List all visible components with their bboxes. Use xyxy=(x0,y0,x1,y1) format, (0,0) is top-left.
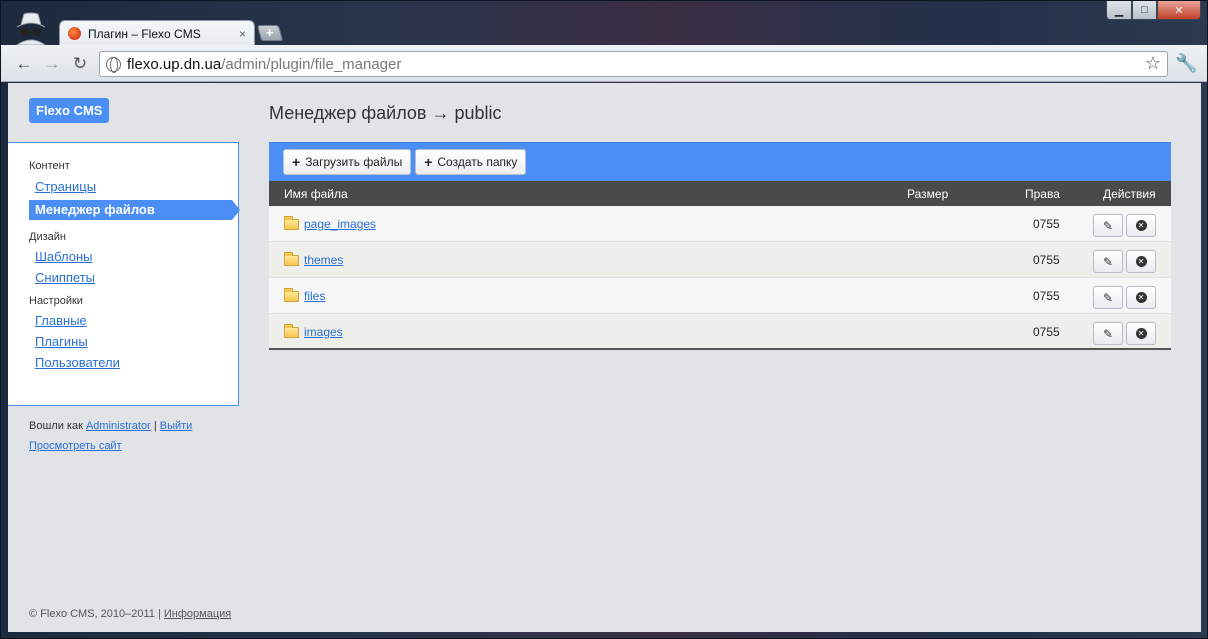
plus-icon: + xyxy=(424,154,433,170)
sidebar-group-design: Дизайн xyxy=(29,231,66,243)
tab-title: Плагин – Flexo CMS xyxy=(88,26,201,41)
file-perms: 0755 xyxy=(1033,289,1060,303)
pencil-icon: ✎ xyxy=(1102,218,1114,233)
pencil-icon: ✎ xyxy=(1102,326,1114,341)
login-info: Вошли как Administrator | Выйти Просмотр… xyxy=(29,416,192,456)
column-perms-header[interactable]: Права xyxy=(1025,187,1060,201)
file-perms: 0755 xyxy=(1033,253,1060,267)
delete-button[interactable]: ✕ xyxy=(1126,286,1156,309)
page-viewport: Flexo CMS Контент Страницы Менеджер файл… xyxy=(8,83,1201,632)
minimize-button[interactable]: ▁ xyxy=(1106,1,1132,20)
new-tab-button[interactable]: + xyxy=(256,25,284,41)
edit-button[interactable]: ✎ xyxy=(1093,322,1123,345)
delete-icon: ✕ xyxy=(1135,256,1147,267)
browser-toolbar: ← → ↻ flexo.up.dn.ua/admin/plugin/file_m… xyxy=(1,45,1207,82)
logout-link[interactable]: Выйти xyxy=(160,420,193,432)
file-manager-panel: + Загрузить файлы + Создать папку Имя фа… xyxy=(269,142,1171,350)
sidebar-group-content: Контент xyxy=(29,160,70,172)
favicon-icon xyxy=(68,27,81,40)
pencil-icon: ✎ xyxy=(1102,254,1114,269)
browser-tab[interactable]: Плагин – Flexo CMS × xyxy=(59,20,255,46)
panel-toolbar: + Загрузить файлы + Создать папку xyxy=(269,142,1171,181)
file-name-link[interactable]: page_images xyxy=(304,217,376,231)
url-path: /admin/plugin/file_manager xyxy=(221,55,402,73)
upload-files-label: Загрузить файлы xyxy=(305,155,403,169)
file-name-link[interactable]: images xyxy=(304,325,343,339)
close-window-button[interactable]: ✕ xyxy=(1157,1,1201,20)
maximize-button[interactable]: □ xyxy=(1132,1,1157,20)
window-controls: ▁ □ ✕ xyxy=(1106,1,1201,20)
plus-icon: + xyxy=(292,154,301,170)
folder-icon xyxy=(284,288,299,302)
table-row: themes 0755 ✎ ✕ xyxy=(269,242,1171,278)
sidebar: Контент Страницы Менеджер файлов Дизайн … xyxy=(8,142,240,406)
login-separator: | xyxy=(153,420,157,432)
forward-icon[interactable]: → xyxy=(41,53,63,75)
file-name-link[interactable]: files xyxy=(304,289,325,303)
delete-icon: ✕ xyxy=(1135,292,1147,303)
file-perms: 0755 xyxy=(1033,325,1060,339)
column-actions-header: Действия xyxy=(1103,187,1156,201)
view-site-link[interactable]: Просмотреть сайт xyxy=(29,440,122,452)
column-size-header[interactable]: Размер xyxy=(907,187,948,201)
footer: © Flexo CMS, 2010–2011 | Информация xyxy=(29,608,231,620)
sidebar-item-file-manager[interactable]: Менеджер файлов xyxy=(29,200,240,220)
create-folder-button[interactable]: + Создать папку xyxy=(415,149,527,175)
folder-icon xyxy=(284,324,299,338)
footer-copyright: © Flexo CMS, 2010–2011 | xyxy=(29,608,161,620)
sidebar-item-users[interactable]: Пользователи xyxy=(8,352,238,373)
table-header: Имя файла Размер Права Действия xyxy=(269,181,1171,206)
title-bar: Плагин – Flexo CMS × + ▁ □ ✕ xyxy=(1,1,1207,46)
sidebar-group-settings: Настройки xyxy=(29,295,83,307)
globe-icon xyxy=(106,56,121,73)
login-prefix: Вошли как xyxy=(29,420,83,432)
tab-close-icon[interactable]: × xyxy=(239,27,246,41)
folder-icon xyxy=(284,252,299,266)
edit-button[interactable]: ✎ xyxy=(1093,286,1123,309)
edit-button[interactable]: ✎ xyxy=(1093,250,1123,273)
file-perms: 0755 xyxy=(1033,217,1060,231)
sidebar-item-pages[interactable]: Страницы xyxy=(8,176,238,197)
browser-window: Плагин – Flexo CMS × + ▁ □ ✕ ← → ↻ flexo… xyxy=(0,0,1208,639)
folder-icon xyxy=(284,216,299,230)
footer-info-link[interactable]: Информация xyxy=(164,608,231,620)
sidebar-item-templates[interactable]: Шаблоны xyxy=(8,246,238,267)
delete-button[interactable]: ✕ xyxy=(1126,250,1156,273)
column-name-header[interactable]: Имя файла xyxy=(284,187,348,201)
sidebar-item-general[interactable]: Главные xyxy=(8,310,238,331)
page-title: Менеджер файлов → public xyxy=(269,103,502,123)
logo[interactable]: Flexo CMS xyxy=(29,98,110,123)
star-icon[interactable]: ☆ xyxy=(1145,53,1161,74)
delete-button[interactable]: ✕ xyxy=(1126,322,1156,345)
url-host: flexo.up.dn.ua xyxy=(127,55,222,73)
incognito-icon xyxy=(16,12,46,45)
edit-button[interactable]: ✎ xyxy=(1093,214,1123,237)
back-icon[interactable]: ← xyxy=(13,53,35,75)
delete-icon: ✕ xyxy=(1135,220,1147,231)
user-link[interactable]: Administrator xyxy=(86,420,151,432)
create-folder-label: Создать папку xyxy=(437,155,518,169)
table-row: images 0755 ✎ ✕ xyxy=(269,314,1171,350)
reload-icon[interactable]: ↻ xyxy=(69,53,91,75)
delete-icon: ✕ xyxy=(1135,328,1147,339)
file-name-link[interactable]: themes xyxy=(304,253,343,267)
address-bar[interactable]: flexo.up.dn.ua/admin/plugin/file_manager… xyxy=(99,51,1168,77)
sidebar-item-snippets[interactable]: Сниппеты xyxy=(8,267,238,288)
table-row: files 0755 ✎ ✕ xyxy=(269,278,1171,314)
wrench-icon[interactable]: 🔧 xyxy=(1175,53,1197,74)
table-row: page_images 0755 ✎ ✕ xyxy=(269,206,1171,242)
sidebar-item-plugins[interactable]: Плагины xyxy=(8,331,238,352)
delete-button[interactable]: ✕ xyxy=(1126,214,1156,237)
upload-files-button[interactable]: + Загрузить файлы xyxy=(283,149,412,175)
pencil-icon: ✎ xyxy=(1102,290,1114,305)
